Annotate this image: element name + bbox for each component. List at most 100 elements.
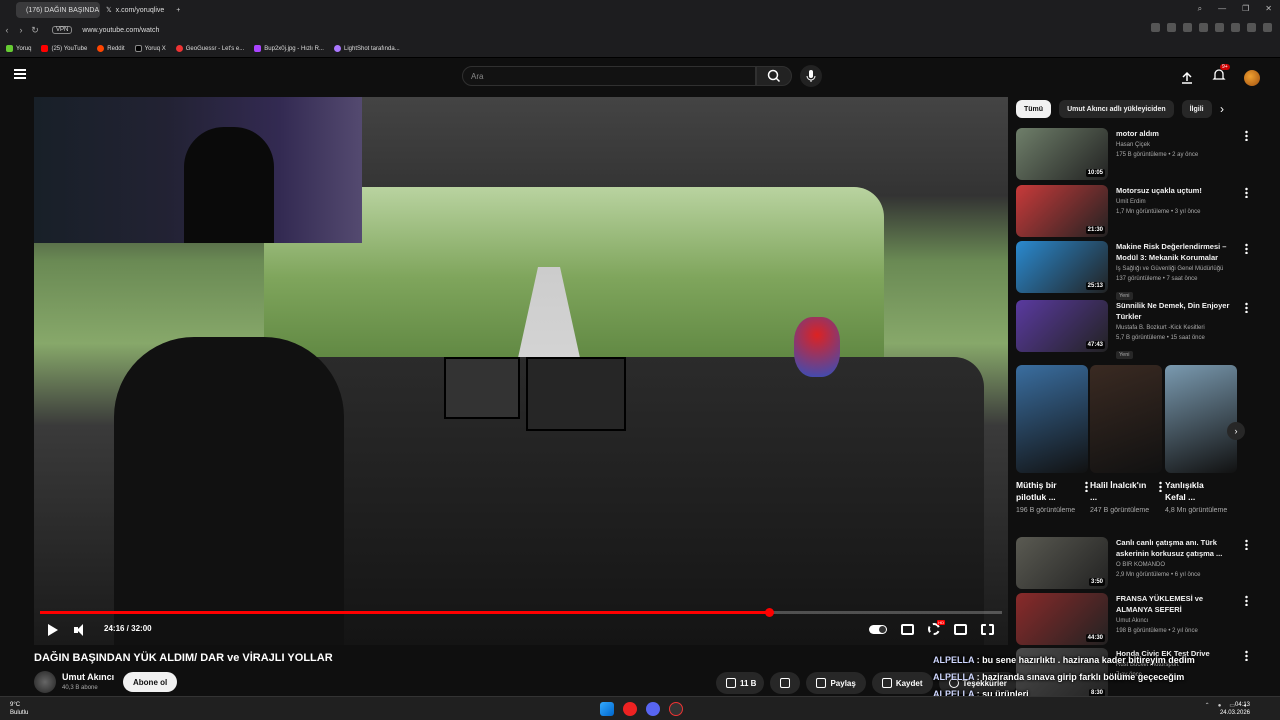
more-options-icon[interactable] [1245, 539, 1248, 550]
obs-icon[interactable] [669, 702, 683, 716]
video-thumbnail[interactable]: 47:43 [1016, 300, 1108, 352]
more-options-icon[interactable] [1245, 243, 1248, 254]
recommendation-item[interactable]: 3:50 Canlı canlı çatışma anı. Türk askeri… [1016, 537, 1248, 589]
forward-icon[interactable]: › [14, 25, 28, 35]
recommendation-item[interactable]: 44:30 FRANSA YÜKLEMESİ ve ALMANYA SEFERİ U… [1016, 593, 1248, 645]
bookmark-item[interactable]: (25) YouTube [41, 45, 87, 52]
more-options-icon[interactable] [1245, 595, 1248, 606]
extension-icon[interactable] [1151, 23, 1160, 32]
bookmark-item[interactable]: LightShot tarafında... [333, 45, 400, 52]
bookmark-item[interactable]: Reddit [97, 45, 125, 52]
more-options-icon[interactable] [1245, 650, 1248, 661]
recommendation-item[interactable]: 47:43 Sünnilik Ne Demek, Din Enjoyer Türk… [1016, 300, 1248, 361]
dislike-button[interactable] [770, 672, 801, 694]
chevron-right-icon[interactable]: › [1220, 102, 1224, 116]
new-tab-button[interactable]: + [170, 2, 186, 18]
chip-all[interactable]: Tümü [1016, 100, 1052, 118]
theater-mode-icon[interactable] [954, 623, 967, 635]
more-options-icon[interactable] [1159, 481, 1162, 492]
voice-search-button[interactable] [800, 65, 822, 87]
chevron-up-icon[interactable]: ⌃ [1205, 702, 1210, 709]
extension-icon[interactable] [1183, 23, 1192, 32]
extension-icon[interactable] [1231, 23, 1240, 32]
minimize-icon[interactable]: — [1218, 4, 1226, 14]
recommendation-channel[interactable]: Umut Akıncı [1116, 617, 1234, 626]
share-button[interactable]: Paylaş [806, 672, 866, 694]
subscribe-button[interactable]: Abone ol [123, 672, 178, 692]
opera-icon[interactable] [623, 702, 637, 716]
bookmark-item[interactable]: Yoruq [6, 45, 31, 52]
short-title[interactable]: Halil İnalcık'ın ... [1090, 479, 1150, 503]
clock[interactable]: 04:13 24.03.2026 [1220, 701, 1250, 717]
extension-icon[interactable] [1215, 23, 1224, 32]
video-thumbnail[interactable]: 44:30 [1016, 593, 1108, 645]
short-title[interactable]: Müthiş bir pilotluk ... [1016, 479, 1076, 503]
browser-tab-x[interactable]: 𝕏 x.com/yoruqlive [100, 2, 170, 18]
recommendation-title[interactable]: Makine Risk Değerlendirmesi – Modül 3: M… [1116, 241, 1234, 263]
notifications-button[interactable]: 9+ [1212, 64, 1230, 87]
channel-name[interactable]: Umut Akıncı [62, 672, 114, 682]
recommendation-channel[interactable]: Ümit Erdim [1116, 198, 1234, 207]
chip-related[interactable]: İlgili [1181, 100, 1212, 118]
url-field[interactable]: www.youtube.com/watch [82, 27, 159, 34]
reload-icon[interactable]: ↻ [28, 25, 42, 36]
video-thumbnail[interactable]: 3:50 [1016, 537, 1108, 589]
recommendation-title[interactable]: Canlı canlı çatışma anı. Türk askerinin … [1116, 537, 1234, 559]
extension-icon[interactable] [1199, 23, 1208, 32]
play-icon[interactable] [48, 624, 58, 636]
save-button[interactable]: Kaydet [871, 672, 933, 694]
short-item[interactable]: Müthiş bir pilotluk ... 196 B görüntülem… [1016, 365, 1088, 516]
extension-icon[interactable] [1247, 23, 1256, 32]
video-thumbnail[interactable]: 10:05 [1016, 128, 1108, 180]
maximize-icon[interactable]: ❐ [1242, 4, 1249, 14]
close-icon[interactable]: ✕ [1265, 4, 1272, 14]
shorts-next-button[interactable]: › [1227, 422, 1245, 440]
recommendation-channel[interactable]: Hasan Çiçek [1116, 141, 1234, 150]
fullscreen-icon[interactable] [981, 623, 994, 635]
recommendation-item[interactable]: 25:13 Makine Risk Değerlendirmesi – Modül… [1016, 241, 1248, 302]
recommendation-title[interactable]: FRANSA YÜKLEMESİ ve ALMANYA SEFERİ [1116, 593, 1234, 615]
upload-icon[interactable] [1180, 71, 1194, 85]
discord-icon[interactable] [646, 702, 660, 716]
chip-uploader[interactable]: Umut Akıncı adlı yükleyiciden [1059, 100, 1174, 118]
recommendation-item[interactable]: 21:30 Motorsuz uçakla uçtum! Ümit Erdim 1,7… [1016, 185, 1248, 237]
more-options-icon[interactable] [1245, 302, 1248, 313]
settings-icon[interactable]: HD [928, 620, 945, 635]
search-input[interactable]: Ara [462, 66, 756, 86]
short-thumbnail[interactable] [1165, 365, 1237, 473]
video-player[interactable]: 24:16 / 32:00 HD [34, 97, 1008, 645]
channel-avatar[interactable] [34, 671, 56, 693]
progress-bar[interactable] [40, 608, 1002, 617]
extension-icon[interactable] [1263, 23, 1272, 32]
recommendation-title[interactable]: motor aldım [1116, 128, 1234, 139]
short-thumbnail[interactable] [1090, 365, 1162, 473]
subtitles-icon[interactable] [901, 623, 914, 635]
video-thumbnail[interactable]: 25:13 [1016, 241, 1108, 293]
short-item[interactable]: Yanlışıkla Kefal ... 4,8 Mn görüntüleme [1165, 365, 1237, 516]
short-thumbnail[interactable] [1016, 365, 1088, 473]
search-button[interactable] [756, 66, 792, 86]
start-icon[interactable] [600, 702, 614, 716]
like-button[interactable]: 11 B [716, 672, 765, 694]
recommendation-channel[interactable]: O BİR KOMANDO [1116, 561, 1234, 570]
short-title[interactable]: Yanlışıkla Kefal ... [1165, 479, 1225, 503]
bookmark-item[interactable]: Bup2x0j.jpg - Hızlı R... [254, 45, 324, 52]
back-icon[interactable]: ‹ [0, 25, 14, 35]
extension-icon[interactable] [1167, 23, 1176, 32]
more-options-icon[interactable] [1085, 481, 1088, 492]
menu-icon[interactable] [14, 69, 26, 79]
short-item[interactable]: Halil İnalcık'ın ... 247 B görüntüleme [1090, 365, 1162, 516]
recommendation-channel[interactable]: Mustafa B. Bozkurt -Kick Kesitleri [1116, 324, 1234, 333]
search-tabs-icon[interactable]: ⌕ [1198, 4, 1202, 14]
recommendation-item[interactable]: 10:05 motor aldım Hasan Çiçek 175 B görüntü… [1016, 128, 1248, 180]
bookmark-item[interactable]: Yoruq X [134, 45, 166, 52]
recommendation-title[interactable]: Motorsuz uçakla uçtum! [1116, 185, 1234, 196]
weather-widget[interactable]: 9°C Bulutlu [10, 701, 28, 717]
recommendation-channel[interactable]: İş Sağlığı ve Güvenliği Genel Müdürlüğü [1116, 265, 1234, 274]
autoplay-toggle[interactable] [869, 624, 887, 634]
recommendation-title[interactable]: Sünnilik Ne Demek, Din Enjoyer Türkler [1116, 300, 1234, 322]
vpn-badge[interactable]: VPN [52, 26, 73, 34]
video-thumbnail[interactable]: 21:30 [1016, 185, 1108, 237]
avatar[interactable] [1244, 69, 1260, 86]
volume-icon[interactable] [74, 624, 86, 636]
